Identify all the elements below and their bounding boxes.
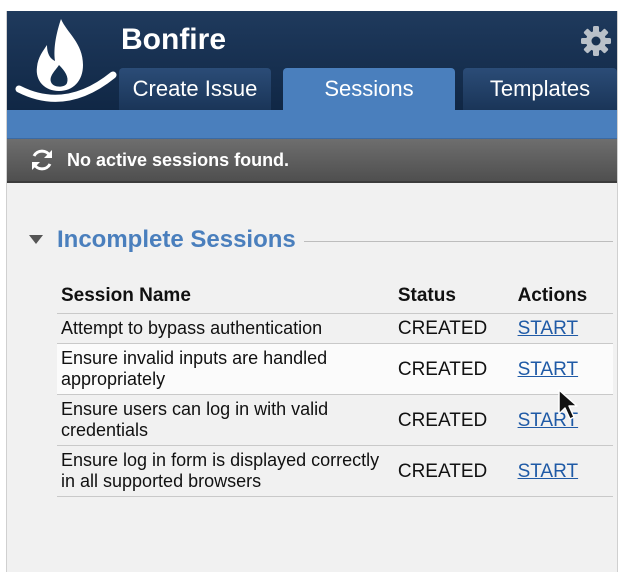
column-header-status: Status <box>393 277 514 314</box>
triangle-down-icon[interactable] <box>29 235 43 244</box>
session-name: Ensure invalid inputs are handled approp… <box>57 343 394 395</box>
start-link[interactable]: START <box>518 461 579 482</box>
session-status: CREATED <box>393 394 514 446</box>
table-row: Attempt to bypass authentication CREATED… <box>57 313 613 344</box>
status-message: No active sessions found. <box>67 150 290 170</box>
refresh-icon[interactable] <box>29 147 55 173</box>
flame-logo-icon <box>15 19 117 102</box>
tab-sessions[interactable]: Sessions <box>283 68 455 110</box>
start-link[interactable]: START <box>518 359 579 380</box>
session-status: CREATED <box>393 313 514 344</box>
tab-bar: Create Issue Sessions Templates <box>119 68 617 110</box>
bonfire-panel: Bonfire Create Issue Sessions Templates … <box>6 11 618 572</box>
start-link[interactable]: START <box>518 318 579 339</box>
incomplete-sessions-section: Incomplete Sessions <box>29 223 613 263</box>
tab-create-issue[interactable]: Create Issue <box>119 68 271 110</box>
status-bar: No active sessions found. <box>7 139 617 183</box>
tab-content-strip <box>7 110 617 139</box>
table-row: Ensure log in form is displayed correctl… <box>57 445 613 497</box>
table-row: Ensure invalid inputs are handled approp… <box>57 343 613 395</box>
sessions-table: Session Name Status Actions Attempt to b… <box>57 277 613 497</box>
session-name: Attempt to bypass authentication <box>57 313 394 344</box>
session-status: CREATED <box>393 445 514 497</box>
session-name: Ensure users can log in with valid crede… <box>57 394 394 446</box>
session-status: CREATED <box>393 343 514 395</box>
session-name: Ensure log in form is displayed correctl… <box>57 445 394 497</box>
session-actions: START <box>513 313 613 344</box>
gear-icon[interactable] <box>580 25 612 57</box>
session-actions: START <box>513 445 613 497</box>
column-header-session-name: Session Name <box>57 277 394 314</box>
tab-templates[interactable]: Templates <box>463 68 617 110</box>
session-actions: START <box>513 343 613 395</box>
app-title: Bonfire <box>121 23 226 56</box>
header: Bonfire Create Issue Sessions Templates <box>7 11 617 110</box>
mouse-cursor-icon <box>558 389 578 420</box>
table-header-row: Session Name Status Actions <box>57 277 613 314</box>
section-title[interactable]: Incomplete Sessions <box>57 223 304 257</box>
column-header-actions: Actions <box>513 277 613 314</box>
table-row: Ensure users can log in with valid crede… <box>57 394 613 446</box>
